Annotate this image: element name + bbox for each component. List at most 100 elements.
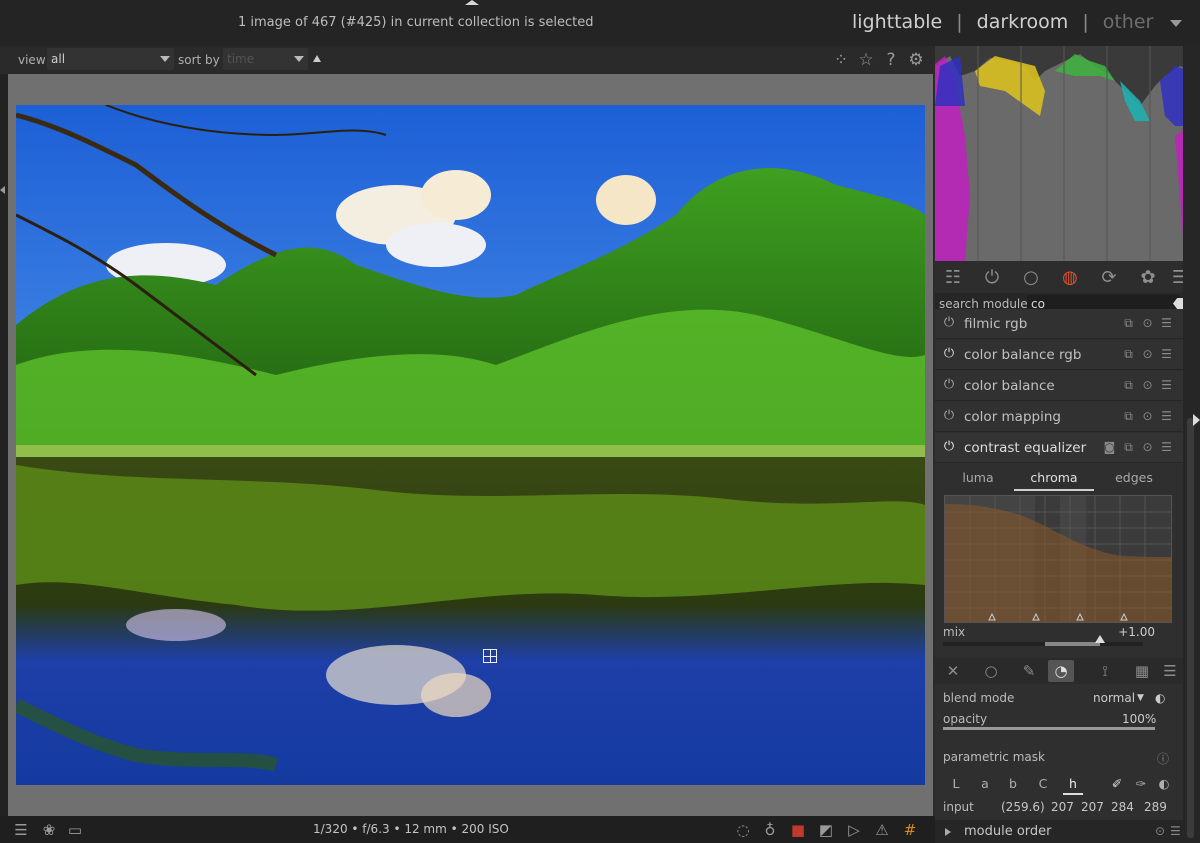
chevron-down-icon[interactable]: ▼ xyxy=(1137,693,1144,703)
gear-icon[interactable]: ⚙ xyxy=(905,49,927,71)
blend-reverse-icon[interactable]: ◐ xyxy=(1155,691,1165,705)
sort-select[interactable]: time xyxy=(223,48,308,70)
reset-icon[interactable]: ⊙ xyxy=(1141,316,1154,331)
tab-luma[interactable]: luma xyxy=(938,470,1018,485)
gamut-check-icon[interactable]: ▷ xyxy=(843,819,865,841)
help-icon[interactable]: ? xyxy=(880,49,902,71)
uniform-blend-icon[interactable]: ○ xyxy=(978,660,1004,682)
second-window-icon[interactable]: ▭ xyxy=(64,819,86,841)
hamburger-icon[interactable]: ☰ xyxy=(10,819,32,841)
power-icon[interactable]: ⏻ xyxy=(941,377,957,393)
tab-chroma[interactable]: chroma xyxy=(1014,470,1094,491)
sort-value: time xyxy=(227,52,255,66)
circle-icon[interactable]: ○ xyxy=(1019,266,1043,290)
power-icon[interactable]: ⏻ xyxy=(941,408,957,424)
view-darkroom[interactable]: darkroom xyxy=(977,11,1069,33)
parametric-mask-icon[interactable]: ◔ xyxy=(1048,660,1074,682)
blend-off-icon[interactable]: ✕ xyxy=(940,660,966,682)
landscape-image xyxy=(16,105,925,785)
sort-direction-icon[interactable] xyxy=(313,55,321,62)
module-color-balance-rgb[interactable]: ⏻ color balance rgb ⧉ ⊙ ☰ xyxy=(935,340,1183,370)
right-panel-scrollbar[interactable] xyxy=(1183,46,1200,843)
module-label: color balance rgb xyxy=(964,347,1082,363)
guides-icon[interactable]: # xyxy=(899,819,921,841)
instance-icon[interactable]: ⧉ xyxy=(1122,409,1135,424)
warning-icon[interactable]: ⚠ xyxy=(871,819,893,841)
scrollbar-thumb[interactable] xyxy=(1187,418,1194,838)
presets-icon[interactable]: ☰ xyxy=(1160,347,1173,362)
view-filter-select[interactable]: all xyxy=(47,48,174,70)
mix-slider-row: mix +1.00 xyxy=(935,624,1183,650)
reset-icon[interactable]: ⊙ xyxy=(1141,347,1154,362)
color-wheel-icon[interactable]: ◍ xyxy=(1058,266,1082,290)
power-icon[interactable]: ⏻ xyxy=(941,315,957,331)
reset-icon[interactable]: ⊙ xyxy=(1155,824,1165,838)
module-filmic-rgb[interactable]: ⏻ filmic rgb ⧉ ⊙ ☰ xyxy=(935,309,1183,339)
instance-icon[interactable]: ⧉ xyxy=(1122,440,1135,455)
reset-icon[interactable]: ⊙ xyxy=(1141,409,1154,424)
styles-icon[interactable]: ❀ xyxy=(38,819,60,841)
histogram-graph xyxy=(935,46,1194,261)
hamburger-icon[interactable]: ☰ xyxy=(1157,660,1183,682)
left-panel-expand-icon[interactable] xyxy=(0,186,5,194)
photo-preview[interactable] xyxy=(16,105,925,785)
sort-label: sort by xyxy=(178,53,220,67)
reset-icon[interactable]: ⊙ xyxy=(1141,378,1154,393)
reset-icon[interactable]: ⊙ xyxy=(1141,440,1154,455)
instance-icon[interactable]: ⧉ xyxy=(1122,347,1135,362)
color-assessment-icon[interactable]: ■ xyxy=(787,819,809,841)
histogram[interactable] xyxy=(935,46,1194,261)
channel-a[interactable]: a xyxy=(975,776,995,791)
contrast-equalizer-graph[interactable] xyxy=(944,495,1172,623)
grouping-icon[interactable]: ⁘ xyxy=(830,49,852,71)
mix-slider-handle[interactable] xyxy=(1095,635,1105,643)
raster-mask-icon[interactable]: ▦ xyxy=(1129,660,1155,682)
instance-icon[interactable]: ⧉ xyxy=(1122,378,1135,393)
focus-peaking-icon[interactable]: ◌ xyxy=(732,819,754,841)
invert-mask-icon[interactable]: ◐ xyxy=(1154,776,1174,791)
opacity-row[interactable]: opacity 100% xyxy=(935,710,1183,730)
color-picker-set-icon[interactable]: ✑ xyxy=(1131,776,1151,791)
sliders-icon[interactable]: ☷ xyxy=(941,266,965,290)
mix-slider-track[interactable] xyxy=(943,642,1143,646)
presets-icon[interactable]: ☰ xyxy=(1160,409,1173,424)
opacity-slider[interactable] xyxy=(943,727,1155,730)
presets-icon[interactable]: ☰ xyxy=(1160,440,1173,455)
drawn-mask-icon[interactable]: ✎ xyxy=(1016,660,1042,682)
right-panel-collapse-icon[interactable] xyxy=(1193,414,1200,426)
module-color-mapping[interactable]: ⏻ color mapping ⧉ ⊙ ☰ xyxy=(935,402,1183,432)
effects-icon[interactable]: ✿ xyxy=(1136,266,1160,290)
mask-indicator-icon[interactable]: ◙ xyxy=(1103,440,1116,455)
channel-h[interactable]: h xyxy=(1063,776,1083,795)
correction-icon[interactable]: ⟳ xyxy=(1097,266,1121,290)
drawn-parametric-mask-icon[interactable]: ⟟ xyxy=(1092,660,1118,682)
chevron-down-icon[interactable] xyxy=(1170,20,1182,27)
view-other[interactable]: other xyxy=(1103,11,1154,33)
channel-c[interactable]: C xyxy=(1033,776,1053,791)
module-color-balance[interactable]: ⏻ color balance ⧉ ⊙ ☰ xyxy=(935,371,1183,401)
top-panel-collapse-icon[interactable] xyxy=(465,0,479,5)
color-picker-icon[interactable]: ✐ xyxy=(1107,776,1127,791)
info-icon[interactable]: ⓘ xyxy=(1157,750,1169,767)
power-icon[interactable]: ⏻ xyxy=(980,266,1004,290)
instance-icon[interactable]: ⧉ xyxy=(1122,316,1135,331)
blend-mode-row[interactable]: blend mode normal ▼ ◐ xyxy=(935,689,1183,709)
softproof-icon[interactable]: ◩ xyxy=(815,819,837,841)
presets-icon[interactable]: ☰ xyxy=(1160,316,1173,331)
channel-l[interactable]: L xyxy=(946,776,966,791)
presets-icon[interactable]: ☰ xyxy=(1170,824,1181,838)
power-icon[interactable]: ⏻ xyxy=(941,439,957,455)
tab-edges[interactable]: edges xyxy=(1094,470,1174,485)
blend-mode-value[interactable]: normal xyxy=(1093,691,1135,705)
module-order-row[interactable]: module order ⊙ ☰ xyxy=(935,820,1183,843)
input-value: 289 xyxy=(1144,800,1167,814)
module-label: contrast equalizer xyxy=(964,440,1087,456)
view-lighttable[interactable]: lighttable xyxy=(852,11,942,33)
bulb-icon[interactable]: ♁ xyxy=(759,819,781,841)
presets-icon[interactable]: ☰ xyxy=(1160,378,1173,393)
power-icon[interactable]: ⏻ xyxy=(941,346,957,362)
module-contrast-equalizer[interactable]: ⏻ contrast equalizer ◙ ⧉ ⊙ ☰ xyxy=(935,433,1183,463)
channel-b[interactable]: b xyxy=(1003,776,1023,791)
expand-arrow-icon[interactable] xyxy=(945,828,951,836)
star-icon[interactable]: ☆ xyxy=(855,49,877,71)
